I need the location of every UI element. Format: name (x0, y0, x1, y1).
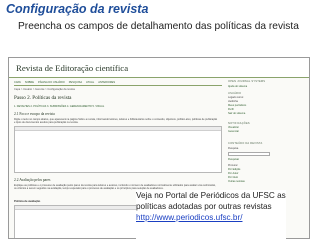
notifications-heading: NOTIFICAÇÕES (228, 122, 250, 125)
callout-line-1: Veja no Portal de Periódicos da UFSC as (136, 191, 286, 200)
breadcrumb[interactable]: Capa > Usuário > Gerente > Configuração … (14, 88, 75, 91)
ojs-brand: OPEN JOURNAL SYSTEMS (228, 80, 266, 83)
user-link-profile[interactable]: Perfil (228, 108, 234, 111)
logged-as-label: Logado como: (228, 96, 244, 99)
callout-line-2: políticas adotadas por outras revistas (136, 202, 272, 211)
section-title-peer-review: 2.2 Avaliação pelos pares (14, 178, 51, 182)
nav-item-sobre[interactable]: SOBRE (25, 80, 34, 85)
browse-by-title[interactable]: Por título (228, 176, 238, 179)
search-button[interactable]: Pesquisar (228, 158, 239, 161)
search-input[interactable] (228, 152, 270, 156)
username: cleidinha (228, 100, 238, 103)
content-heading: CONTEÚDO DA REVISTA (228, 142, 263, 145)
browse-by-issue[interactable]: Por Edição (228, 168, 240, 171)
browse-other-journals[interactable]: Outras revistas (228, 180, 245, 183)
browse-heading: Procurar (228, 164, 238, 167)
user-link-journals[interactable]: Meus periódicos (228, 104, 246, 107)
portal-link[interactable]: http://www.periodicos.ufsc.br/ (136, 212, 286, 223)
nav-item-atual[interactable]: ATUAL (86, 80, 94, 85)
nav-item-anteriores[interactable]: ANTERIORES (98, 80, 115, 85)
portal-callout: Veja no Portal de Periódicos da UFSC as … (136, 190, 286, 240)
focus-scope-editor[interactable] (14, 126, 222, 173)
page-title: Passo 2. Políticas da revista (14, 95, 72, 101)
help-link[interactable]: Ajuda do sistema (228, 85, 247, 88)
section-title-focus: 2.1 Foco e escopo da revista (14, 112, 55, 116)
slide-subtitle: Preencha os campos de detalhamento das p… (18, 21, 299, 32)
review-policy-label: Política de avaliação (14, 200, 41, 203)
user-heading: USUÁRIO (228, 92, 242, 95)
editor-toolbar[interactable] (15, 127, 221, 131)
search-label: Pesquisa (228, 147, 239, 150)
site-header: Revista de Editoração científica (9, 58, 309, 78)
setup-steps[interactable]: 1. DETALHES 2. POLÍTICAS 3. SUBMISSÕES 4… (14, 105, 104, 108)
nav-item-pagina-usuario[interactable]: PÁGINA DO USUÁRIO (38, 80, 65, 85)
slide-title: Configuração da revista (6, 2, 149, 16)
user-link-logout[interactable]: Sair do sistema (228, 112, 245, 115)
section-text-focus: Digite o texto no campo abaixo, que apar… (14, 118, 218, 125)
main-nav: CAPA SOBRE PÁGINA DO USUÁRIO PESQUISA AT… (14, 80, 222, 86)
site-title: Revista de Editoração científica (16, 63, 129, 73)
nav-item-pesquisa[interactable]: PESQUISA (69, 80, 82, 85)
notifications-manage-link[interactable]: Gerenciar (228, 130, 239, 133)
browse-by-author[interactable]: Por Autor (228, 172, 238, 175)
notifications-view-link[interactable]: Visualizar (228, 126, 239, 129)
nav-item-capa[interactable]: CAPA (14, 80, 21, 85)
